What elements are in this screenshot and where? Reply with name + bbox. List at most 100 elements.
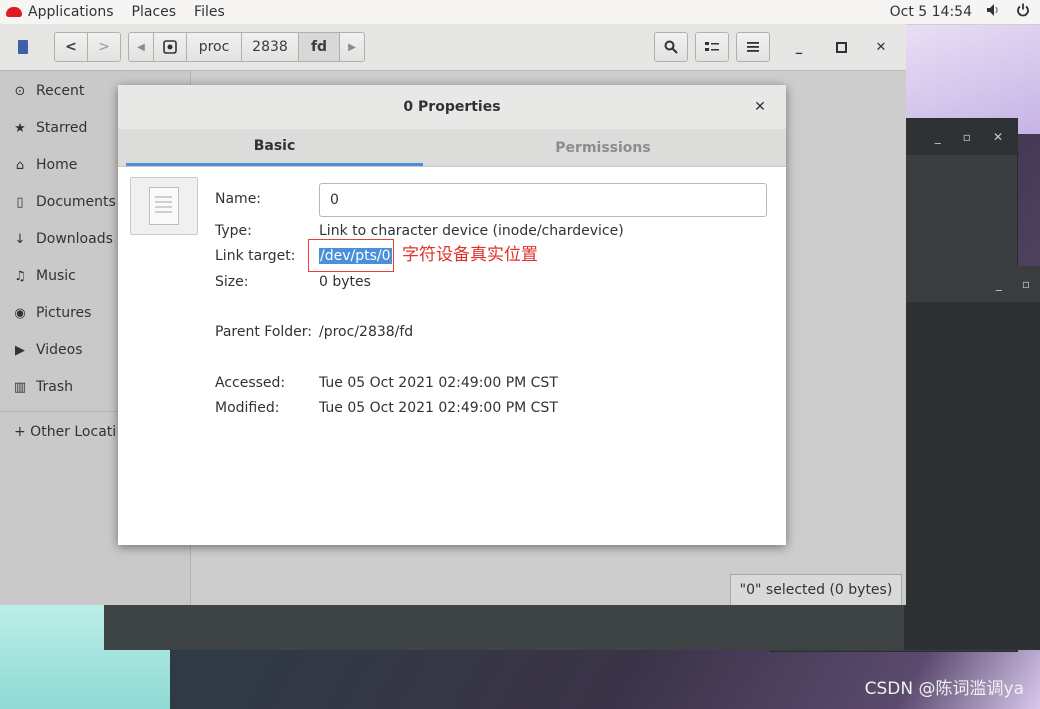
minimize-icon: _ [795,39,803,55]
file-icon[interactable] [130,177,198,235]
background-terminal-window: _ ▫ [900,266,1040,650]
document-icon: ▯ [16,194,24,210]
back-button[interactable]: < [54,32,88,62]
download-icon: ↓ [14,231,26,247]
path-segment-proc[interactable]: proc [186,32,242,62]
chevron-left-icon: < [65,39,77,55]
minimize-icon[interactable]: _ [935,130,941,144]
search-icon [664,40,678,54]
modified-label: Modified: [215,400,280,416]
camera-icon: ◉ [14,305,26,321]
sidebar-item-label: Pictures [36,305,92,321]
sidebar-item-starred[interactable]: ★ Starred [12,116,87,140]
path-segment-fd[interactable]: fd [298,32,340,62]
sidebar-item-recent[interactable]: ⊙ Recent [12,79,85,103]
name-field-value: 0 [330,192,339,208]
status-bar: "0" selected (0 bytes) [730,574,902,605]
parent-folder-label: Parent Folder: [215,324,313,340]
name-field[interactable]: 0 [319,183,767,217]
maximize-icon[interactable]: ▫ [1022,277,1030,291]
sidebar-item-pictures[interactable]: ◉ Pictures [12,301,91,325]
name-label: Name: [215,191,262,207]
properties-dialog: 0 Properties ✕ Basic Permissions Name: 0… [118,85,786,545]
trash-icon: ▥ [13,379,27,395]
sidebar-item-music[interactable]: ♫ Music [12,264,76,288]
file-manager-header: < > ◀ proc 2838 fd ▶ _ ✕ [0,24,906,71]
path-root-button[interactable] [153,32,187,62]
sidebar-item-label: + Other Locati [14,424,117,440]
menu-button[interactable] [736,32,770,62]
annotation-text: 字符设备真实位置 [402,245,538,265]
sidebar-item-label: Trash [36,379,73,395]
maximize-icon[interactable]: ▫ [963,130,971,144]
forward-button[interactable]: > [87,32,121,62]
minimize-button[interactable]: _ [784,32,814,62]
watermark: CSDN @陈词滥调ya [864,679,1024,699]
tab-label: Permissions [555,139,651,156]
maximize-icon [835,41,847,53]
applications-label: Applications [28,4,114,20]
sidebar-item-label: Recent [36,83,85,99]
minimize-icon[interactable]: _ [996,277,1002,291]
applications-menu[interactable]: Applications [0,4,126,20]
dialog-title: 0 Properties [403,99,501,115]
chevron-right-icon: > [98,39,110,55]
sidebar-item-trash[interactable]: ▥ Trash [12,375,73,399]
clock-icon: ⊙ [14,83,26,99]
close-icon[interactable]: ✕ [993,130,1003,144]
redhat-icon [6,7,22,17]
sidebar-item-videos[interactable]: ▶ Videos [12,338,83,362]
tab-label: Basic [253,138,296,154]
path-label: proc [198,39,230,55]
close-icon: ✕ [754,99,766,115]
sidebar-item-label: Home [36,157,78,173]
sidebar-item-label: Documents [36,194,116,210]
accessed-value: Tue 05 Oct 2021 02:49:00 PM CST [319,375,558,391]
dialog-titlebar: 0 Properties [118,85,786,130]
home-icon: ⌂ [15,157,25,173]
tab-basic[interactable]: Basic [126,129,423,166]
document-icon [149,187,179,225]
status-text: "0" selected (0 bytes) [739,582,893,598]
places-menu[interactable]: Places [126,4,189,20]
close-icon: ✕ [875,39,887,55]
drive-icon [163,40,177,54]
top-bar: Applications Places Files Oct 5 14:54 [0,0,1040,25]
power-icon[interactable] [1016,3,1030,21]
accessed-label: Accessed: [215,375,286,391]
path-label: fd [310,39,328,55]
volume-icon[interactable] [986,3,1002,21]
sidebar-item-label: Music [36,268,76,284]
search-button[interactable] [654,32,688,62]
path-segment-2838[interactable]: 2838 [241,32,299,62]
view-toggle-button[interactable] [695,32,729,62]
sidebar-item-other-locations[interactable]: + Other Locati [14,420,116,444]
files-label: Files [194,4,225,20]
sidebar-item-label: Downloads [36,231,113,247]
tab-permissions[interactable]: Permissions [458,129,748,166]
close-button[interactable]: ✕ [866,32,896,62]
link-target-label: Link target: [215,248,296,264]
size-label: Size: [215,274,249,290]
path-label: 2838 [252,39,288,55]
annotation-box [308,239,394,272]
parent-folder-value: /proc/2838/fd [319,324,414,340]
star-icon: ★ [14,120,26,136]
sidebar-item-documents[interactable]: ▯ Documents [12,190,116,214]
sidebar-item-downloads[interactable]: ↓ Downloads [12,227,113,251]
sidebar-item-home[interactable]: ⌂ Home [12,153,77,177]
dialog-tabs: Basic Permissions [118,129,786,167]
files-menu[interactable]: Files [188,4,237,20]
modified-value: Tue 05 Oct 2021 02:49:00 PM CST [319,400,558,416]
video-icon: ▶ [15,342,25,358]
clock[interactable]: Oct 5 14:54 [890,4,972,20]
list-view-icon [705,42,719,51]
type-value: Link to character device (inode/chardevi… [319,223,624,239]
path-scroll-left[interactable]: ◀ [128,32,154,62]
path-scroll-right[interactable]: ▶ [339,32,365,62]
dialog-close-button[interactable]: ✕ [750,97,770,117]
maximize-button[interactable] [826,32,856,62]
sidebar-item-label: Videos [36,342,83,358]
places-label: Places [131,4,177,20]
hamburger-icon [747,42,759,52]
